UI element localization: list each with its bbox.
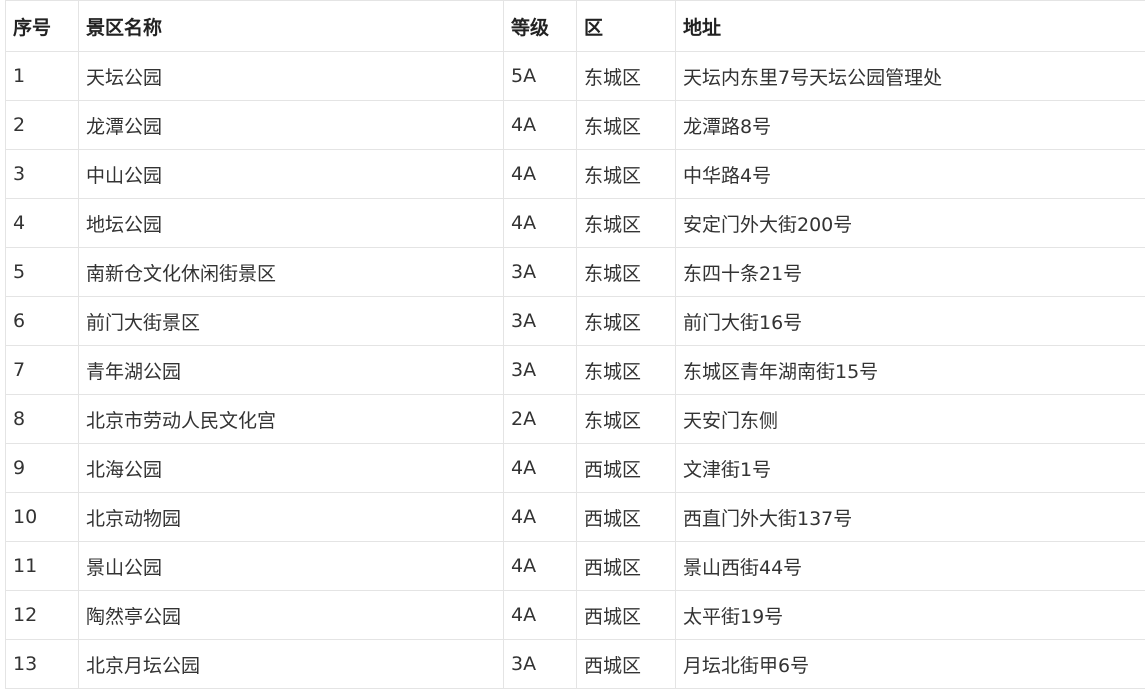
cell-index: 12 <box>5 590 79 640</box>
cell-scenic-name: 南新仓文化休闲街景区 <box>78 247 504 297</box>
cell-level: 4A <box>503 198 577 248</box>
cell-index: 8 <box>5 394 79 444</box>
table-row: 9 北海公园 4A 西城区 文津街1号 <box>5 443 1145 493</box>
table-row: 2 龙潭公园 4A 东城区 龙潭路8号 <box>5 100 1145 150</box>
cell-scenic-name: 天坛公园 <box>78 51 504 101</box>
cell-scenic-name: 龙潭公园 <box>78 100 504 150</box>
table-row: 12 陶然亭公园 4A 西城区 太平街19号 <box>5 590 1145 640</box>
cell-level: 3A <box>503 345 577 395</box>
table-row: 13 北京月坛公园 3A 西城区 月坛北街甲6号 <box>5 639 1145 689</box>
cell-index: 2 <box>5 100 79 150</box>
cell-district: 东城区 <box>576 296 676 346</box>
cell-address: 天坛内东里7号天坛公园管理处 <box>675 51 1145 101</box>
cell-scenic-name: 北京市劳动人民文化宫 <box>78 394 504 444</box>
cell-district: 东城区 <box>576 247 676 297</box>
table-row: 4 地坛公园 4A 东城区 安定门外大街200号 <box>5 198 1145 248</box>
cell-address: 月坛北街甲6号 <box>675 639 1145 689</box>
cell-index: 9 <box>5 443 79 493</box>
cell-address: 龙潭路8号 <box>675 100 1145 150</box>
table-row: 11 景山公园 4A 西城区 景山西街44号 <box>5 541 1145 591</box>
cell-address: 东城区青年湖南街15号 <box>675 345 1145 395</box>
cell-level: 4A <box>503 100 577 150</box>
cell-index: 11 <box>5 541 79 591</box>
header-address: 地址 <box>675 0 1145 52</box>
cell-address: 太平街19号 <box>675 590 1145 640</box>
cell-district: 东城区 <box>576 345 676 395</box>
table-row: 1 天坛公园 5A 东城区 天坛内东里7号天坛公园管理处 <box>5 51 1145 101</box>
cell-index: 10 <box>5 492 79 542</box>
cell-address: 东四十条21号 <box>675 247 1145 297</box>
cell-level: 5A <box>503 51 577 101</box>
cell-level: 2A <box>503 394 577 444</box>
cell-district: 西城区 <box>576 443 676 493</box>
cell-scenic-name: 陶然亭公园 <box>78 590 504 640</box>
cell-scenic-name: 北海公园 <box>78 443 504 493</box>
cell-scenic-name: 青年湖公园 <box>78 345 504 395</box>
cell-index: 1 <box>5 51 79 101</box>
cell-level: 3A <box>503 639 577 689</box>
cell-level: 3A <box>503 247 577 297</box>
header-scenic-name: 景区名称 <box>78 0 504 52</box>
cell-district: 西城区 <box>576 492 676 542</box>
cell-address: 中华路4号 <box>675 149 1145 199</box>
cell-scenic-name: 北京月坛公园 <box>78 639 504 689</box>
cell-scenic-name: 前门大街景区 <box>78 296 504 346</box>
header-index: 序号 <box>5 0 79 52</box>
table-row: 7 青年湖公园 3A 东城区 东城区青年湖南街15号 <box>5 345 1145 395</box>
cell-district: 东城区 <box>576 149 676 199</box>
table-row: 6 前门大街景区 3A 东城区 前门大街16号 <box>5 296 1145 346</box>
cell-level: 4A <box>503 443 577 493</box>
cell-address: 天安门东侧 <box>675 394 1145 444</box>
cell-level: 4A <box>503 590 577 640</box>
cell-scenic-name: 北京动物园 <box>78 492 504 542</box>
cell-index: 5 <box>5 247 79 297</box>
cell-address: 景山西街44号 <box>675 541 1145 591</box>
cell-address: 前门大街16号 <box>675 296 1145 346</box>
header-district: 区 <box>576 0 676 52</box>
cell-district: 西城区 <box>576 541 676 591</box>
cell-district: 东城区 <box>576 100 676 150</box>
cell-district: 东城区 <box>576 394 676 444</box>
header-level: 等级 <box>503 0 577 52</box>
table-row: 5 南新仓文化休闲街景区 3A 东城区 东四十条21号 <box>5 247 1145 297</box>
cell-address: 西直门外大街137号 <box>675 492 1145 542</box>
cell-address: 文津街1号 <box>675 443 1145 493</box>
cell-address: 安定门外大街200号 <box>675 198 1145 248</box>
cell-level: 4A <box>503 149 577 199</box>
table-row: 8 北京市劳动人民文化宫 2A 东城区 天安门东侧 <box>5 394 1145 444</box>
cell-scenic-name: 景山公园 <box>78 541 504 591</box>
cell-level: 3A <box>503 296 577 346</box>
header-row: 序号 景区名称 等级 区 地址 <box>5 0 1145 52</box>
cell-index: 3 <box>5 149 79 199</box>
cell-level: 4A <box>503 541 577 591</box>
table-row: 3 中山公园 4A 东城区 中华路4号 <box>5 149 1145 199</box>
cell-scenic-name: 地坛公园 <box>78 198 504 248</box>
cell-district: 东城区 <box>576 198 676 248</box>
cell-district: 西城区 <box>576 639 676 689</box>
cell-district: 东城区 <box>576 51 676 101</box>
table-body: 1 天坛公园 5A 东城区 天坛内东里7号天坛公园管理处 2 龙潭公园 4A 东… <box>5 51 1145 689</box>
table-row: 10 北京动物园 4A 西城区 西直门外大街137号 <box>5 492 1145 542</box>
scenic-spots-table: 序号 景区名称 等级 区 地址 1 天坛公园 5A 东城区 天坛内东里7号天坛公… <box>5 0 1145 689</box>
cell-index: 7 <box>5 345 79 395</box>
cell-level: 4A <box>503 492 577 542</box>
cell-index: 13 <box>5 639 79 689</box>
cell-index: 4 <box>5 198 79 248</box>
cell-index: 6 <box>5 296 79 346</box>
table-header: 序号 景区名称 等级 区 地址 <box>5 0 1145 52</box>
cell-scenic-name: 中山公园 <box>78 149 504 199</box>
cell-district: 西城区 <box>576 590 676 640</box>
